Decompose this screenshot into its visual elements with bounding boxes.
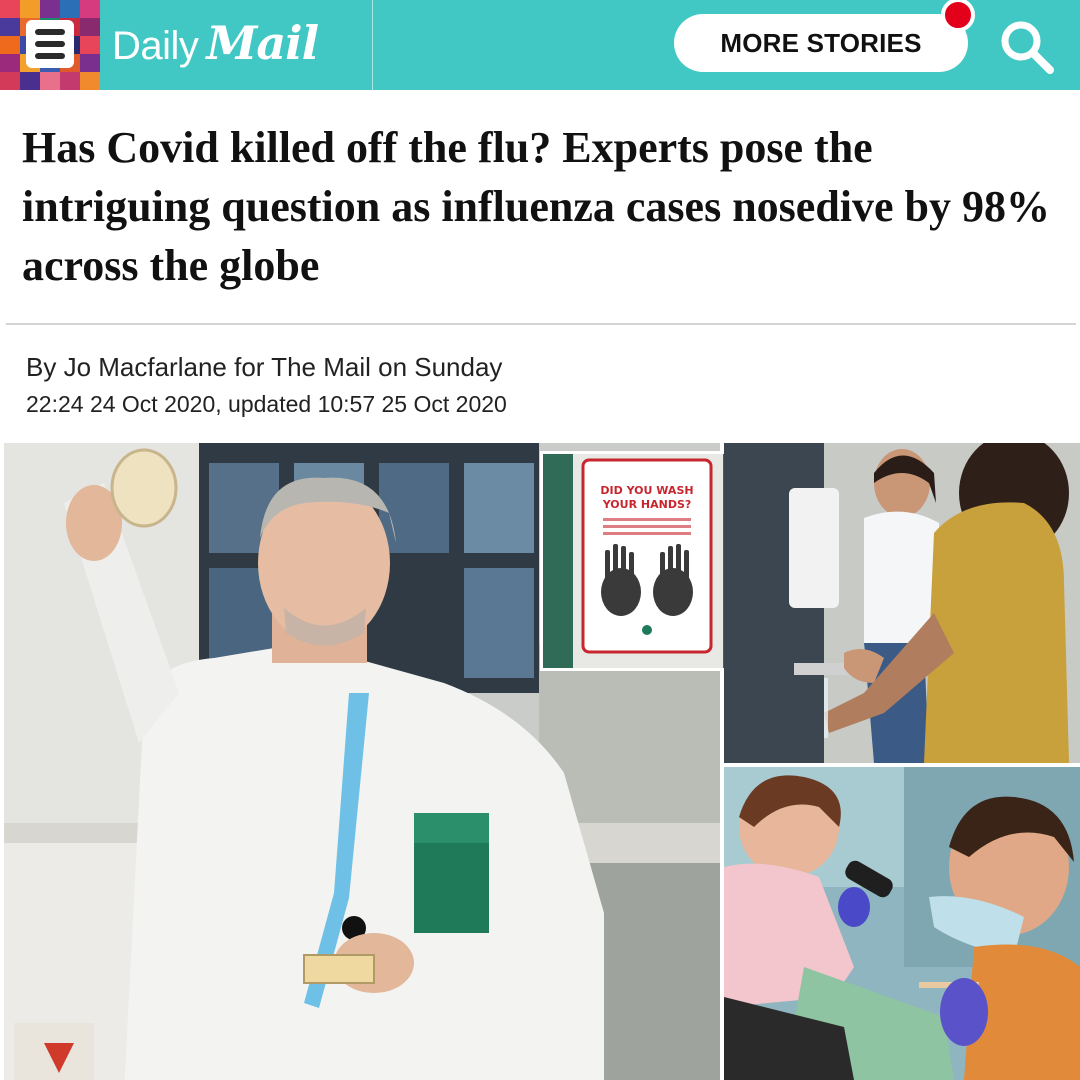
site-header: Daily Mail MORE STORIES [0,0,1080,90]
headline-divider [6,323,1076,325]
site-logo[interactable]: Daily Mail [112,16,319,72]
notification-dot [941,0,975,32]
sign-illustration: DID YOU WASH YOUR HANDS? [543,454,747,668]
washing-hands-illustration [724,443,1080,763]
sign-title-line1: DID YOU WASH [600,484,693,497]
sign-title-line2: YOUR HANDS? [602,498,692,511]
article-headline: Has Covid killed off the flu? Experts po… [22,123,1051,290]
logo-mail-text: Mail [206,16,319,70]
more-stories-button[interactable]: MORE STORIES [674,14,968,72]
hand-wash-sign-photo[interactable]: DID YOU WASH YOUR HANDS? [540,451,750,671]
header-divider [372,0,373,90]
article-byline[interactable]: By Jo Macfarlane for The Mail on Sunday [26,352,502,383]
doctor-child-photo[interactable] [724,767,1080,1080]
doctor-child-illustration [724,767,1080,1080]
article-timestamp: 22:24 24 Oct 2020, updated 10:57 25 Oct … [26,391,507,417]
hamburger-menu-icon[interactable] [26,20,74,68]
logo-daily-text: Daily [112,24,199,68]
search-icon[interactable] [994,14,1058,78]
washing-hands-photo[interactable] [724,443,1080,763]
